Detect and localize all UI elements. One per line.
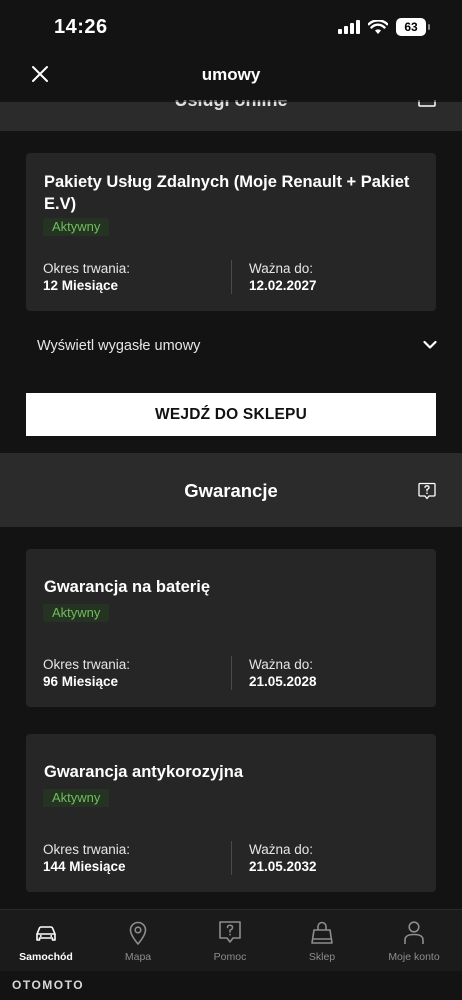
contract-card[interactable]: Pakiety Usług Zdalnych (Moje Renault + P…: [26, 153, 436, 311]
bottom-tab-bar: Samochód Mapa Pomoc Sklep Moje konto: [0, 909, 462, 971]
duration-label: Okres trwania:: [43, 842, 131, 857]
contract-title: Pakiety Usług Zdalnych (Moje Renault + P…: [44, 173, 410, 213]
top-nav-bar: umowy: [0, 52, 462, 100]
tab-shop[interactable]: Sklep: [276, 910, 368, 972]
wifi-icon: [368, 19, 388, 34]
duration-label: Okres trwania:: [43, 261, 131, 276]
show-expired-contracts[interactable]: Wyświetl wygasłe umowy: [37, 338, 437, 358]
tab-car[interactable]: Samochód: [0, 910, 92, 972]
status-badge: Aktywny: [43, 789, 110, 807]
meta-divider: [231, 841, 232, 875]
car-icon: [36, 926, 56, 941]
watermark-logo: OTOMOTO: [12, 978, 85, 992]
tab-map[interactable]: Mapa: [92, 910, 184, 972]
page-title: umowy: [201, 65, 261, 84]
user-icon: [404, 921, 424, 944]
status-badge: Aktywny: [43, 218, 110, 236]
signal-icon: [338, 20, 360, 34]
warranty-title: Gwarancja na baterię: [44, 578, 210, 596]
section-header-online-services: Usługi online: [0, 100, 462, 131]
valid-until-value: 12.02.2027: [249, 278, 317, 293]
valid-until-value: 21.05.2028: [249, 674, 317, 689]
help-icon[interactable]: [418, 482, 436, 500]
show-expired-label: Wyświetl wygasłe umowy: [37, 338, 201, 354]
section-header-warranty: Gwarancje: [0, 453, 462, 527]
map-pin-icon: [129, 921, 147, 945]
valid-until-value: 21.05.2032: [249, 859, 317, 874]
tab-account[interactable]: Moje konto: [368, 910, 460, 972]
battery-indicator: 63: [396, 18, 430, 36]
meta-divider: [231, 260, 232, 294]
status-badge: Aktywny: [43, 604, 110, 622]
duration-value: 96 Miesiące: [43, 674, 119, 689]
status-indicators: 63: [338, 18, 430, 36]
section-title-warranty: Gwarancje: [184, 480, 278, 501]
duration-value: 144 Miesiące: [43, 859, 126, 874]
warranty-title: Gwarancja antykorozyjna: [44, 763, 243, 781]
duration-label: Okres trwania:: [43, 657, 131, 672]
valid-until-label: Ważna do:: [249, 657, 314, 672]
duration-value: 12 Miesiące: [43, 278, 119, 293]
status-bar: 14:26 63: [0, 0, 462, 52]
chevron-down-icon: [423, 340, 437, 349]
tab-help-label: Pomoc: [213, 951, 247, 963]
warranty-card[interactable]: Gwarancja antykorozyjna Aktywny Okres tr…: [26, 734, 436, 892]
nav-divider: [0, 100, 462, 102]
shopping-bag-icon: [311, 921, 333, 944]
tab-shop-label: Sklep: [308, 951, 336, 963]
valid-until-label: Ważna do:: [249, 261, 314, 276]
go-to-shop-button[interactable]: WEJDŹ DO SKLEPU: [26, 393, 436, 436]
help-icon: [219, 921, 241, 943]
status-time: 14:26: [54, 16, 108, 38]
warranty-card[interactable]: Gwarancja na baterię Aktywny Okres trwan…: [26, 549, 436, 707]
valid-until-label: Ważna do:: [249, 842, 314, 857]
tab-help[interactable]: Pomoc: [184, 910, 276, 972]
tab-account-label: Moje konto: [388, 951, 440, 963]
watermark-bar: OTOMOTO: [0, 971, 462, 1000]
tab-car-label: Samochód: [19, 951, 73, 963]
tab-map-label: Mapa: [124, 951, 152, 963]
meta-divider: [231, 656, 232, 690]
